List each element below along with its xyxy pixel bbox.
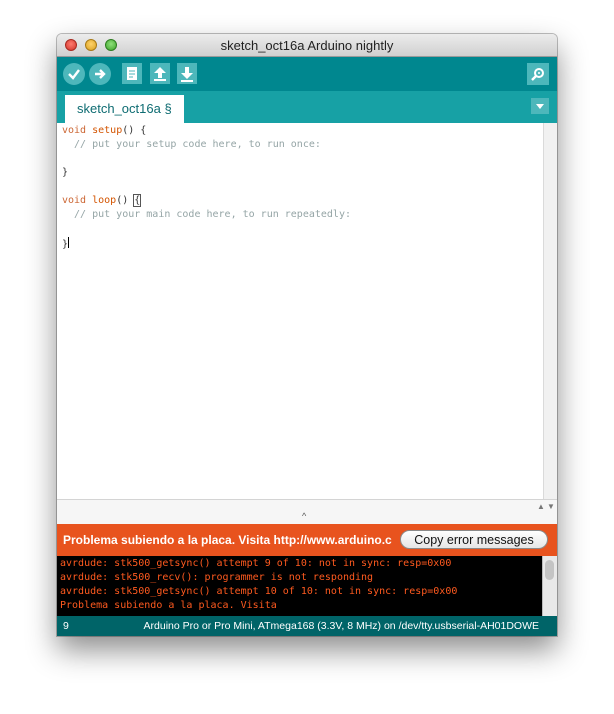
open-button[interactable] (150, 63, 170, 84)
code-text: () { (122, 125, 147, 136)
board-info: Arduino Pro or Pro Mini, ATmega168 (3.3V… (143, 620, 539, 632)
save-icon (181, 67, 193, 82)
line-number: 9 (63, 620, 69, 632)
keyword: void (62, 125, 87, 136)
console-line: Problema subiendo a la placa. Visita (60, 600, 277, 611)
tab-bar: sketch_oct16a § (57, 91, 557, 123)
function-name: loop (92, 195, 117, 206)
console-scrollbar[interactable] (542, 556, 557, 616)
new-button[interactable] (122, 63, 142, 84)
error-message: Problema subiendo a la placa. Visita htt… (63, 533, 392, 547)
verify-icon (68, 69, 80, 80)
code-line: } (62, 237, 70, 250)
console-output[interactable]: avrdude: stk500_getsync() attempt 9 of 1… (57, 556, 557, 616)
upload-button[interactable] (89, 63, 111, 85)
code-line: void setup() { (62, 125, 146, 136)
chevron-up-icon[interactable]: ^ (302, 511, 306, 521)
editor-divider[interactable]: ^ ▲ ▼ (57, 499, 557, 524)
code-comment: // put your main code here, to run repea… (62, 209, 351, 220)
text-cursor (68, 237, 70, 248)
keyword: void (62, 195, 87, 206)
error-bar: Problema subiendo a la placa. Visita htt… (57, 524, 557, 556)
function-name: setup (92, 125, 123, 136)
verify-button[interactable] (63, 63, 85, 85)
serial-monitor-button[interactable] (527, 63, 549, 85)
upload-icon (95, 69, 106, 79)
save-button[interactable] (177, 63, 197, 84)
code-line: void loop() { (62, 194, 142, 207)
serial-monitor-icon (531, 68, 544, 81)
console-line: avrdude: stk500_getsync() attempt 9 of 1… (60, 558, 452, 569)
code-text: () (116, 195, 135, 206)
editor-vertical-scrollbar[interactable] (543, 123, 557, 499)
console-line: avrdude: stk500_getsync() attempt 10 of … (60, 586, 458, 597)
copy-error-messages-button[interactable]: Copy error messages (400, 530, 548, 549)
status-bar: 9 Arduino Pro or Pro Mini, ATmega168 (3.… (57, 616, 557, 636)
tab-sketch[interactable]: sketch_oct16a § (65, 95, 184, 123)
scroll-up-icon[interactable]: ▲ (537, 502, 545, 511)
matched-brace: { (133, 194, 142, 207)
code-comment: // put your setup code here, to run once… (62, 139, 321, 150)
open-icon (154, 67, 166, 81)
ide-window: sketch_oct16a Arduino nightly sketch_oct… (57, 34, 557, 636)
tab-menu-button[interactable] (531, 98, 549, 114)
code-line: } (62, 167, 69, 178)
console-line: avrdude: stk500_recv(): programmer is no… (60, 572, 374, 583)
chevron-down-icon (536, 104, 544, 109)
code-editor[interactable]: void setup() { // put your setup code he… (57, 123, 543, 499)
title-bar: sketch_oct16a Arduino nightly (57, 34, 557, 57)
new-icon (127, 67, 137, 80)
toolbar (57, 57, 557, 91)
scroll-down-icon[interactable]: ▼ (547, 502, 555, 511)
window-title: sketch_oct16a Arduino nightly (220, 38, 394, 53)
console-scroll-thumb[interactable] (545, 560, 554, 580)
